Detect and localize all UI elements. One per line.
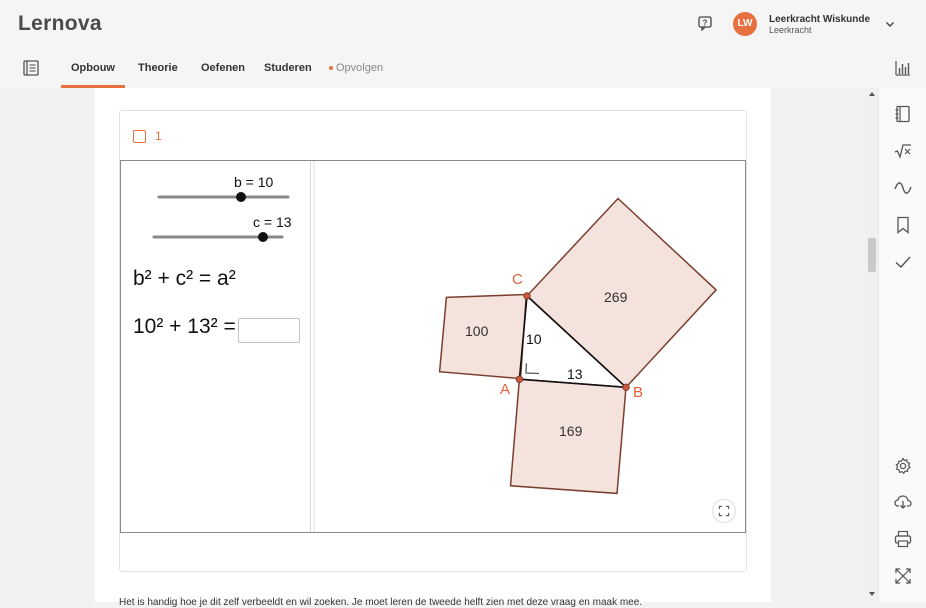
app-logo[interactable]: Lernova [18, 12, 102, 36]
bar-chart-icon[interactable] [894, 59, 912, 77]
nav-bar: Opbouw Theorie Oefenen Studeren Opvolgen [0, 48, 926, 88]
tool-rail [878, 88, 926, 602]
cloud-download-icon[interactable] [894, 493, 912, 511]
vertex-a-point[interactable] [515, 375, 524, 383]
chevron-down-icon[interactable] [884, 18, 896, 30]
vertex-b-label: B [633, 384, 644, 401]
slider-c-handle[interactable] [258, 232, 268, 242]
vertex-b-point[interactable] [622, 383, 630, 392]
help-icon[interactable]: ? [697, 15, 713, 31]
tab-oefenen[interactable]: Oefenen [201, 48, 245, 88]
tab-theorie[interactable]: Theorie [138, 48, 178, 88]
geometry-applet: b = 10 c = 13 b² + c² = a² 10² + 13² = 1… [120, 160, 746, 533]
graphics-view[interactable] [121, 161, 747, 534]
tab-opvolgen[interactable]: Opvolgen [336, 48, 383, 88]
check-icon[interactable] [894, 253, 912, 271]
square-ab-area-label: 169 [559, 423, 583, 439]
slider-c-label: c = 13 [253, 214, 292, 230]
vertex-c-label: C [512, 271, 523, 288]
top-bar: Lernova ? LW Leerkracht Wiskunde Leerkra… [0, 0, 926, 48]
tab-opbouw[interactable]: Opbouw [61, 48, 125, 88]
notification-dot [329, 66, 333, 70]
user-name[interactable]: Leerkracht Wiskunde [769, 14, 870, 25]
exercise-description: Het is handig hoe je dit zelf verbeeldt … [119, 597, 643, 608]
scrollbar-track[interactable] [866, 88, 878, 602]
sqrt-icon[interactable] [894, 142, 912, 160]
bookmark-icon[interactable] [894, 216, 912, 234]
expand-icon[interactable] [894, 567, 912, 585]
gear-icon[interactable] [894, 457, 912, 475]
notebook-icon[interactable] [894, 105, 912, 123]
avatar[interactable]: LW [733, 12, 757, 36]
vertex-c-point[interactable] [523, 292, 531, 300]
formula-numeric: 10² + 13² = [133, 315, 236, 338]
user-role: Leerkracht [769, 25, 812, 35]
formula-general: b² + c² = a² [133, 267, 236, 290]
tab-studeren[interactable]: Studeren [264, 48, 312, 88]
answer-input[interactable] [238, 318, 300, 343]
slider-b-handle[interactable] [236, 192, 246, 202]
vertex-a-label: A [500, 381, 511, 398]
book-icon[interactable] [22, 59, 40, 77]
exercise-number: 1 [155, 129, 162, 143]
fullscreen-button[interactable] [712, 499, 736, 523]
slider-b-label: b = 10 [234, 174, 274, 190]
side-ac-label: 10 [526, 331, 542, 347]
scrollbar-thumb[interactable] [868, 238, 876, 272]
exercise-checkbox[interactable] [133, 130, 146, 143]
right-angle-mark [525, 363, 540, 375]
scroll-down-icon[interactable] [868, 590, 876, 598]
wave-icon[interactable] [894, 179, 912, 197]
square-bc-area-label: 269 [604, 289, 628, 305]
printer-icon[interactable] [894, 530, 912, 548]
scroll-up-icon[interactable] [868, 90, 876, 98]
svg-text:?: ? [703, 19, 708, 28]
side-ab-label: 13 [567, 366, 583, 382]
left-margin [0, 88, 95, 602]
square-ac-area-label: 100 [465, 323, 489, 339]
fullscreen-icon [718, 505, 730, 517]
